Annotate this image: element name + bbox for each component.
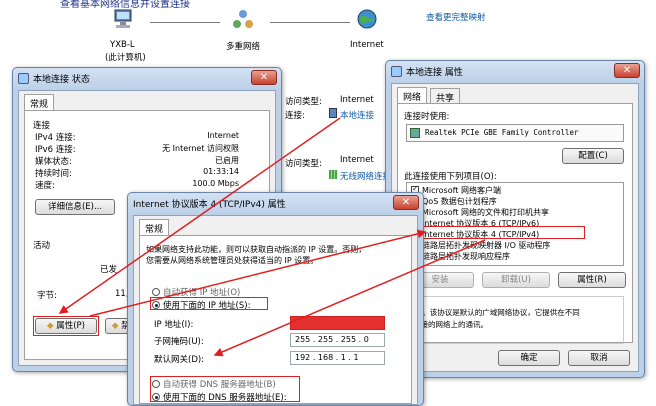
arrow-to-local-connection <box>58 117 341 314</box>
arrow-to-ipv4-item <box>89 229 427 317</box>
annotation-arrows <box>58 117 486 357</box>
arrow-to-manual-ip <box>213 239 486 357</box>
